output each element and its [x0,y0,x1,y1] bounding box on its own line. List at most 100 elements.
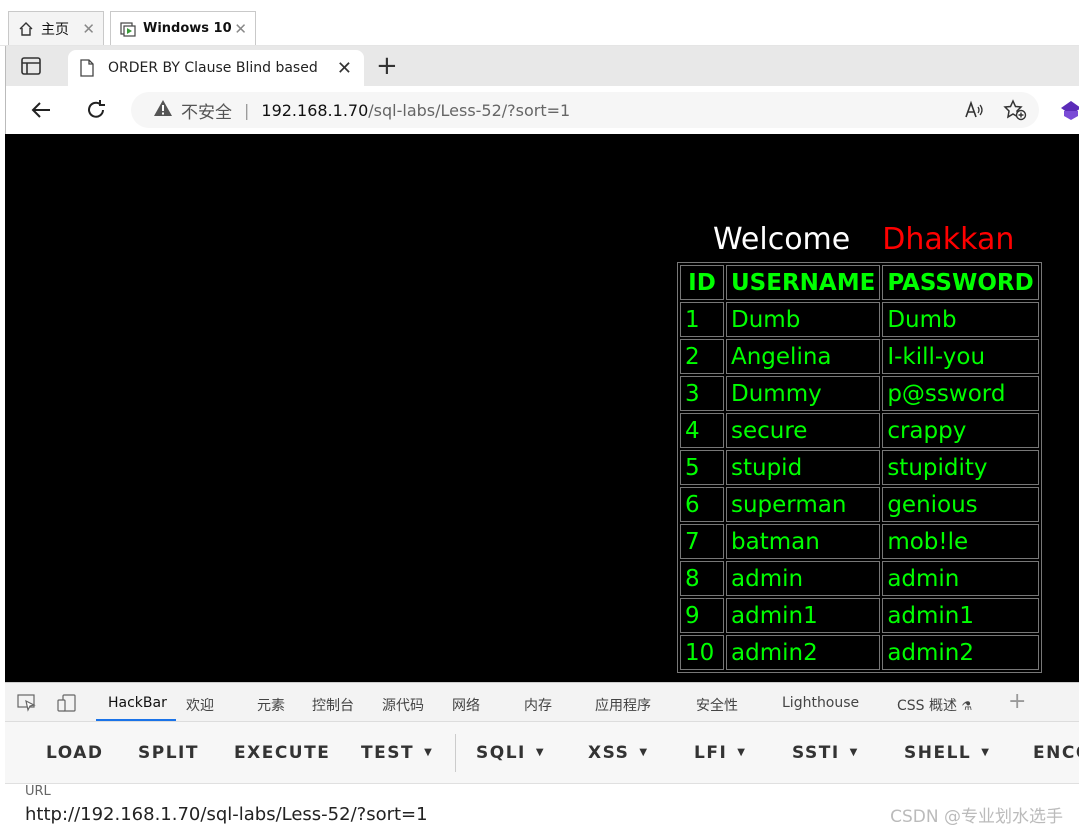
lfi-button[interactable]: LFI ▼ [694,743,746,763]
table-header-row: ID USERNAME PASSWORD [680,265,1039,300]
table-row: 3 Dummy p@ssword [680,376,1039,411]
vm-tab-bar: 主页 ✕ Windows 10 ✕ [0,0,1079,46]
cell-password: mob!le [882,524,1039,559]
more-tabs-icon[interactable]: + [1008,689,1026,714]
cell-username: admin2 [726,635,881,670]
chevron-down-icon: ▼ [535,747,546,758]
device-toolbar-icon[interactable] [57,694,77,716]
warning-icon[interactable] [153,99,173,121]
browser-tab-title: ORDER BY Clause Blind based [108,60,318,76]
web-page: Welcome Dhakkan ID USERNAME PASSWORD 1 Dum… [5,134,1079,682]
cell-username: superman [726,487,881,522]
cell-username: secure [726,413,881,448]
close-tab-icon[interactable]: ✕ [337,58,352,79]
tab-welcome[interactable]: 欢迎 [186,695,214,715]
table-row: 7 batman mob!le [680,524,1039,559]
url-path: /sql-labs/Less-52/?sort=1 [368,100,571,120]
security-label[interactable]: 不安全 [181,98,232,123]
cell-id: 3 [680,376,724,411]
table-row: 2 Angelina I-kill-you [680,339,1039,374]
tab-lighthouse[interactable]: Lighthouse [782,695,859,711]
tab-console[interactable]: 控制台 [312,695,354,715]
table-row: 8 admin admin [680,561,1039,596]
close-icon[interactable]: ✕ [82,20,95,38]
active-tab-indicator [96,719,176,721]
tab-elements[interactable]: 元素 [257,695,285,715]
split-button[interactable]: SPLIT [138,743,199,763]
cell-password: p@ssword [882,376,1039,411]
execute-button[interactable]: EXECUTE [234,743,330,763]
xss-button-label: XSS [588,743,630,763]
cell-id: 10 [680,635,724,670]
separator: | [244,100,250,120]
ssti-button[interactable]: SSTI ▼ [792,743,859,763]
test-button[interactable]: TEST ▼ [361,743,433,763]
add-favorite-icon[interactable] [1003,99,1027,125]
sqli-button[interactable]: SQLI ▼ [476,743,545,763]
tab-memory[interactable]: 内存 [524,695,552,715]
cell-password: crappy [882,413,1039,448]
extension-icon[interactable] [1060,100,1079,126]
cell-username: Angelina [726,339,881,374]
cell-password: admin [882,561,1039,596]
tab-application[interactable]: 应用程序 [595,695,651,715]
cell-id: 7 [680,524,724,559]
users-table: ID USERNAME PASSWORD 1 Dumb Dumb 2 Angelina… [677,262,1042,673]
load-button[interactable]: LOAD [46,743,104,763]
url-field-label: URL [25,784,51,799]
inspect-element-icon[interactable] [17,694,37,716]
table-row: 9 admin1 admin1 [680,598,1039,633]
shell-button-label: SHELL [904,743,972,763]
xss-button[interactable]: XSS ▼ [588,743,649,763]
browser-tab-active[interactable]: ORDER BY Clause Blind based ✕ [68,50,364,86]
tab-css-overview[interactable]: CSS 概述 ⚗ [897,695,972,715]
hackbar-url-section: URL http://192.168.1.70/sql-labs/Less-52… [5,784,1079,833]
cell-username: admin [726,561,881,596]
hackbar-toolbar: LOAD SPLIT EXECUTE TEST ▼ SQLI ▼ XSS ▼ LFI ▼… [5,722,1079,784]
tab-network[interactable]: 网络 [452,695,480,715]
tab-sources[interactable]: 源代码 [382,695,424,715]
cell-password: admin1 [882,598,1039,633]
new-tab-icon[interactable]: + [376,53,398,79]
toolbar-divider [455,734,456,772]
url-field[interactable]: http://192.168.1.70/sql-labs/Less-52/?so… [25,804,428,825]
cell-password: genious [882,487,1039,522]
cell-id: 2 [680,339,724,374]
tab-actions-icon[interactable] [20,56,42,76]
cell-username: batman [726,524,881,559]
refresh-icon[interactable] [83,97,109,123]
flask-icon: ⚗ [961,699,973,713]
vm-tab-windows10[interactable]: Windows 10 ✕ [110,11,256,45]
encoding-button[interactable]: ENCO [1033,743,1079,763]
cell-id: 5 [680,450,724,485]
table-row: 10 admin2 admin2 [680,635,1039,670]
tab-security[interactable]: 安全性 [696,695,738,715]
cell-password: admin2 [882,635,1039,670]
column-header-id: ID [680,265,724,300]
chevron-down-icon: ▼ [737,747,747,758]
cell-id: 4 [680,413,724,448]
vm-tab-home[interactable]: 主页 ✕ [8,11,104,45]
chevron-down-icon: ▼ [424,747,434,758]
welcome-text: Welcome [713,222,851,257]
tab-hackbar[interactable]: HackBar [108,695,167,711]
cell-username: stupid [726,450,881,485]
chevron-down-icon: ▼ [849,747,859,758]
url-host: 192.168.1.70 [261,100,369,120]
cell-username: admin1 [726,598,881,633]
devtools-tab-bar: HackBar 欢迎 元素 控制台 源代码 网络 内存 应用程序 安全性 Lig… [5,682,1079,722]
cell-password: I-kill-you [882,339,1039,374]
cell-username: Dummy [726,376,881,411]
address-bar[interactable]: 不安全 | 192.168.1.70 /sql-labs/Less-52/?so… [131,92,1039,128]
shell-button[interactable]: SHELL ▼ [904,743,990,763]
read-aloud-icon[interactable] [963,99,985,125]
close-icon[interactable]: ✕ [234,20,247,38]
table-row: 1 Dumb Dumb [680,302,1039,337]
cell-id: 1 [680,302,724,337]
back-icon[interactable] [28,97,54,123]
cell-password: Dumb [882,302,1039,337]
table-row: 5 stupid stupidity [680,450,1039,485]
welcome-heading: Welcome Dhakkan [713,222,1014,257]
home-icon [17,20,35,38]
browser-tab-strip: ORDER BY Clause Blind based ✕ + [5,46,1079,86]
